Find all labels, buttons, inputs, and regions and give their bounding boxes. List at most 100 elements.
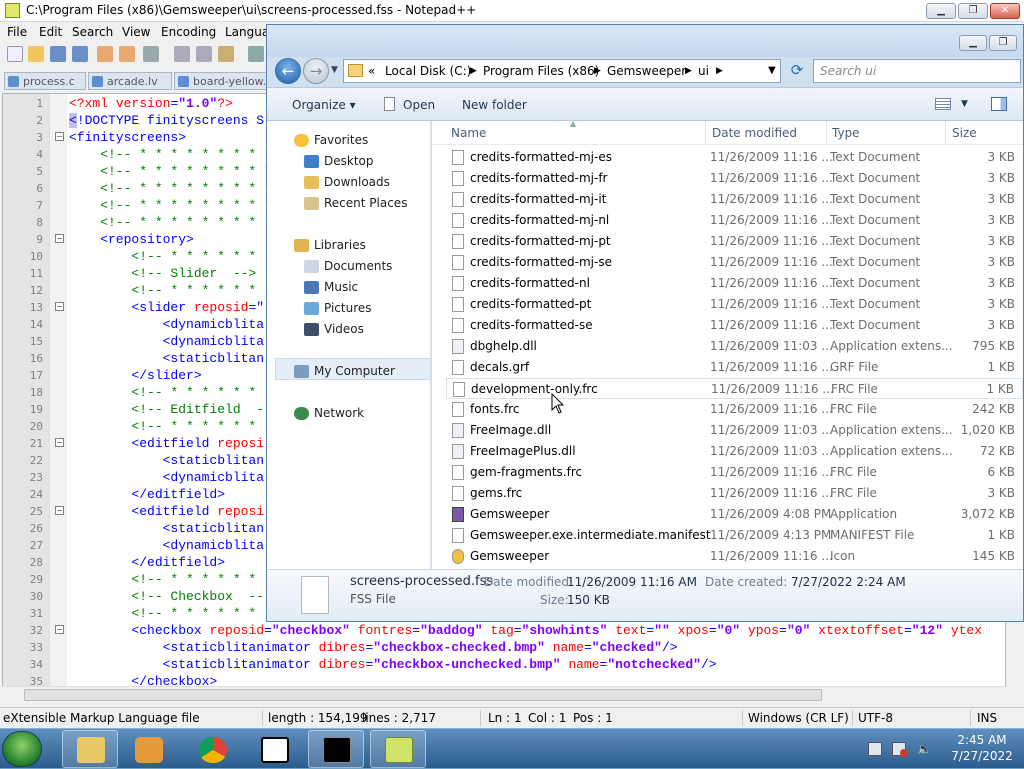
explorer-maximize-button[interactable]: ❐: [989, 35, 1017, 51]
file-row[interactable]: credits-formatted-se 11/26/2009 11:16 ...…: [446, 315, 1023, 336]
file-row[interactable]: gem-fragments.frc 11/26/2009 11:16 ... FRC…: [446, 462, 1023, 483]
chevron-right-icon[interactable]: ▶: [470, 66, 477, 76]
address-dropdown-icon[interactable]: ▼: [768, 65, 776, 76]
fold-toggle[interactable]: −: [55, 438, 64, 447]
nav-music[interactable]: Music: [304, 280, 358, 294]
start-button[interactable]: [2, 731, 42, 767]
chevron-right-icon[interactable]: ▶: [716, 66, 723, 76]
nav-recent-places[interactable]: Recent Places: [304, 196, 407, 210]
views-icon[interactable]: [935, 98, 951, 110]
save-icon[interactable]: [50, 46, 66, 62]
search-input[interactable]: Search ui: [813, 59, 1021, 83]
file-row[interactable]: credits-formatted-mj-se 11/26/2009 11:16 …: [446, 252, 1023, 273]
file-row[interactable]: credits-formatted-mj-nl 11/26/2009 11:16 …: [446, 210, 1023, 231]
breadcrumb-overflow[interactable]: «: [368, 64, 375, 78]
file-row[interactable]: Gemsweeper 11/26/2009 4:08 PM Application 3…: [446, 504, 1023, 525]
column-name[interactable]: Name: [451, 126, 486, 140]
scrollbar-thumb[interactable]: [24, 689, 822, 701]
nav-desktop[interactable]: Desktop: [304, 154, 374, 168]
print-icon[interactable]: [143, 46, 159, 62]
fold-toggle[interactable]: −: [55, 506, 64, 515]
column-date-modified[interactable]: Date modified: [712, 126, 797, 140]
nav-pictures[interactable]: Pictures: [304, 301, 372, 315]
file-row[interactable]: credits-formatted-mj-es 11/26/2009 11:16 …: [446, 147, 1023, 168]
preview-pane-icon[interactable]: [991, 97, 1007, 111]
column-type[interactable]: Type: [832, 126, 860, 140]
fold-toggle[interactable]: −: [55, 132, 64, 141]
fold-toggle[interactable]: −: [55, 234, 64, 243]
views-dropdown-icon[interactable]: ▼: [961, 99, 968, 109]
save-all-icon[interactable]: [72, 46, 88, 62]
menu-language[interactable]: Langua: [225, 25, 269, 39]
file-row[interactable]: fonts.frc 11/26/2009 11:16 ... FRC File 242…: [446, 399, 1023, 420]
tab-arcade-lv[interactable]: arcade.lv: [88, 72, 172, 90]
copy-icon[interactable]: [196, 46, 212, 62]
forward-arrow-icon[interactable]: →: [303, 58, 329, 84]
close-all-icon[interactable]: [119, 46, 135, 62]
file-row[interactable]: Gemsweeper.exe.intermediate.manifest 11/2…: [446, 525, 1023, 546]
column-size[interactable]: Size: [952, 126, 977, 140]
file-row[interactable]: credits-formatted-mj-pt 11/26/2009 11:16 …: [446, 231, 1023, 252]
action-center-icon[interactable]: [868, 742, 882, 756]
volume-icon[interactable]: 🔈: [917, 742, 932, 756]
nav-my-computer[interactable]: My Computer: [294, 364, 395, 378]
tab-board-yellow[interactable]: board-yellow.fr: [174, 72, 270, 90]
menu-edit[interactable]: Edit: [39, 25, 62, 39]
file-row[interactable]: development-only.frc 11/26/2009 11:16 ...…: [446, 378, 1023, 399]
file-row[interactable]: FreeImagePlus.dll 11/26/2009 11:03 ... App…: [446, 441, 1023, 462]
maximize-button[interactable]: ❐: [958, 3, 988, 19]
taskbar-explorer[interactable]: [62, 730, 118, 768]
new-file-icon[interactable]: [7, 46, 23, 62]
open-button[interactable]: Open: [403, 98, 435, 112]
menu-encoding[interactable]: Encoding: [161, 25, 216, 39]
horizontal-scrollbar[interactable]: [2, 686, 1006, 702]
file-row[interactable]: credits-formatted-mj-it 11/26/2009 11:16 …: [446, 189, 1023, 210]
fold-toggle[interactable]: −: [55, 302, 64, 311]
close-button[interactable]: ✕: [990, 3, 1020, 19]
file-row[interactable]: gems.frc 11/26/2009 11:16 ... FRC File 3 KB: [446, 483, 1023, 504]
file-row[interactable]: decals.grf 11/26/2009 11:16 ... GRF File 1 …: [446, 357, 1023, 378]
undo-icon[interactable]: [248, 46, 264, 62]
new-folder-button[interactable]: New folder: [462, 98, 527, 112]
nav-videos[interactable]: Videos: [304, 322, 364, 336]
refresh-icon[interactable]: ⟳: [787, 61, 807, 81]
close-file-icon[interactable]: [97, 46, 113, 62]
file-row[interactable]: credits-formatted-pt 11/26/2009 11:16 ...…: [446, 294, 1023, 315]
file-row[interactable]: credits-formatted-nl 11/26/2009 11:16 ...…: [446, 273, 1023, 294]
breadcrumb-program-files[interactable]: Program Files (x86): [483, 64, 599, 78]
organize-button[interactable]: Organize ▾: [292, 98, 356, 112]
breadcrumb-local-disk[interactable]: Local Disk (C:): [385, 64, 471, 78]
taskbar-chrome[interactable]: [184, 730, 240, 768]
clock[interactable]: 2:45 AM 7/27/2022: [944, 732, 1020, 764]
cut-icon[interactable]: [174, 46, 190, 62]
open-file-icon[interactable]: [28, 46, 44, 62]
nav-libraries[interactable]: Libraries: [294, 238, 366, 252]
nav-favorites[interactable]: Favorites: [294, 133, 368, 147]
file-row[interactable]: FreeImage.dll 11/26/2009 11:03 ... Applica…: [446, 420, 1023, 441]
menu-file[interactable]: File: [7, 25, 27, 39]
recent-dropdown-icon[interactable]: ▼: [331, 65, 338, 75]
nav-network[interactable]: Network: [294, 406, 364, 420]
taskbar-notepadpp[interactable]: [370, 730, 426, 768]
paste-icon[interactable]: [218, 46, 234, 62]
taskbar-cmd[interactable]: [308, 730, 364, 768]
explorer-minimize-button[interactable]: ▁: [959, 35, 987, 51]
file-row[interactable]: credits-formatted-mj-fr 11/26/2009 11:16 …: [446, 168, 1023, 189]
breadcrumb-ui[interactable]: ui: [698, 64, 709, 78]
menu-view[interactable]: View: [122, 25, 150, 39]
chevron-right-icon[interactable]: ▶: [685, 66, 692, 76]
menu-search[interactable]: Search: [72, 25, 113, 39]
nav-downloads[interactable]: Downloads: [304, 175, 390, 189]
file-row[interactable]: dbghelp.dll 11/26/2009 11:03 ... Applicati…: [446, 336, 1023, 357]
file-row[interactable]: Gemsweeper 11/26/2009 11:16 ... Icon 145 KB: [446, 546, 1023, 567]
nav-documents[interactable]: Documents: [304, 259, 392, 273]
address-bar[interactable]: « Local Disk (C:) ▶ Program Files (x86) …: [343, 59, 781, 83]
taskbar-media-player[interactable]: [120, 730, 176, 768]
minimize-button[interactable]: ▁: [926, 3, 956, 19]
breadcrumb-gemsweeper[interactable]: Gemsweeper: [607, 64, 686, 78]
tab-process-c[interactable]: process.c: [4, 72, 86, 90]
taskbar-7zip[interactable]: [246, 730, 302, 768]
back-arrow-icon[interactable]: ←: [275, 58, 301, 84]
fold-toggle[interactable]: −: [55, 625, 64, 634]
chevron-right-icon[interactable]: ▶: [594, 66, 601, 76]
